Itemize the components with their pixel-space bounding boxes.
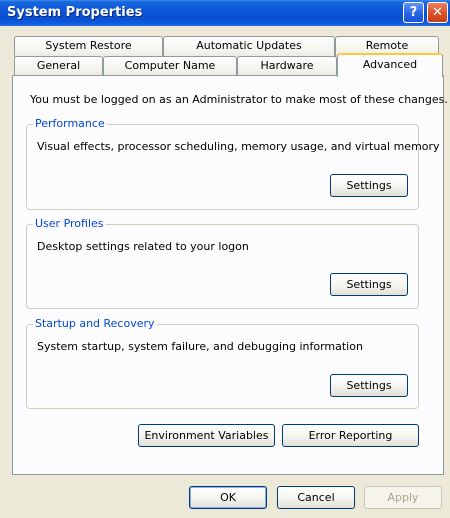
cancel-button[interactable]: Cancel [277, 486, 355, 509]
group-description: System startup, system failure, and debu… [37, 340, 363, 353]
tab-advanced[interactable]: Advanced [337, 53, 443, 77]
performance-group: Performance Visual effects, processor sc… [26, 117, 440, 210]
close-button[interactable]: ✕ [427, 2, 448, 23]
group-title: User Profiles [33, 217, 106, 230]
performance-settings-button[interactable]: Settings [330, 174, 408, 197]
tab-hardware[interactable]: Hardware [237, 56, 337, 76]
group-description: Visual effects, processor scheduling, me… [37, 140, 440, 153]
help-icon: ? [409, 5, 418, 20]
group-title: Startup and Recovery [33, 317, 157, 330]
apply-button[interactable]: Apply [364, 486, 442, 509]
group-title: Performance [33, 117, 107, 130]
tab-system-restore[interactable]: System Restore [14, 36, 163, 57]
window-title: System Properties [7, 5, 143, 20]
ok-button[interactable]: OK [189, 486, 267, 509]
system-properties-window: System Properties ? ✕ System Restore Aut… [0, 0, 450, 518]
title-bar[interactable]: System Properties ? ✕ [0, 0, 450, 26]
environment-variables-button[interactable]: Environment Variables [138, 424, 275, 447]
tab-general[interactable]: General [14, 56, 103, 76]
admin-notice: You must be logged on as an Administrato… [30, 93, 448, 106]
group-description: Desktop settings related to your logon [37, 240, 249, 253]
help-button[interactable]: ? [403, 2, 424, 23]
startup-recovery-settings-button[interactable]: Settings [330, 374, 408, 397]
tab-computer-name[interactable]: Computer Name [103, 56, 237, 76]
error-reporting-button[interactable]: Error Reporting [282, 424, 419, 447]
user-profiles-group: User Profiles Desktop settings related t… [26, 217, 419, 309]
tab-automatic-updates[interactable]: Automatic Updates [163, 36, 335, 57]
user-profiles-settings-button[interactable]: Settings [330, 273, 408, 296]
startup-recovery-group: Startup and Recovery System startup, sys… [26, 317, 419, 409]
close-icon: ✕ [432, 5, 443, 20]
